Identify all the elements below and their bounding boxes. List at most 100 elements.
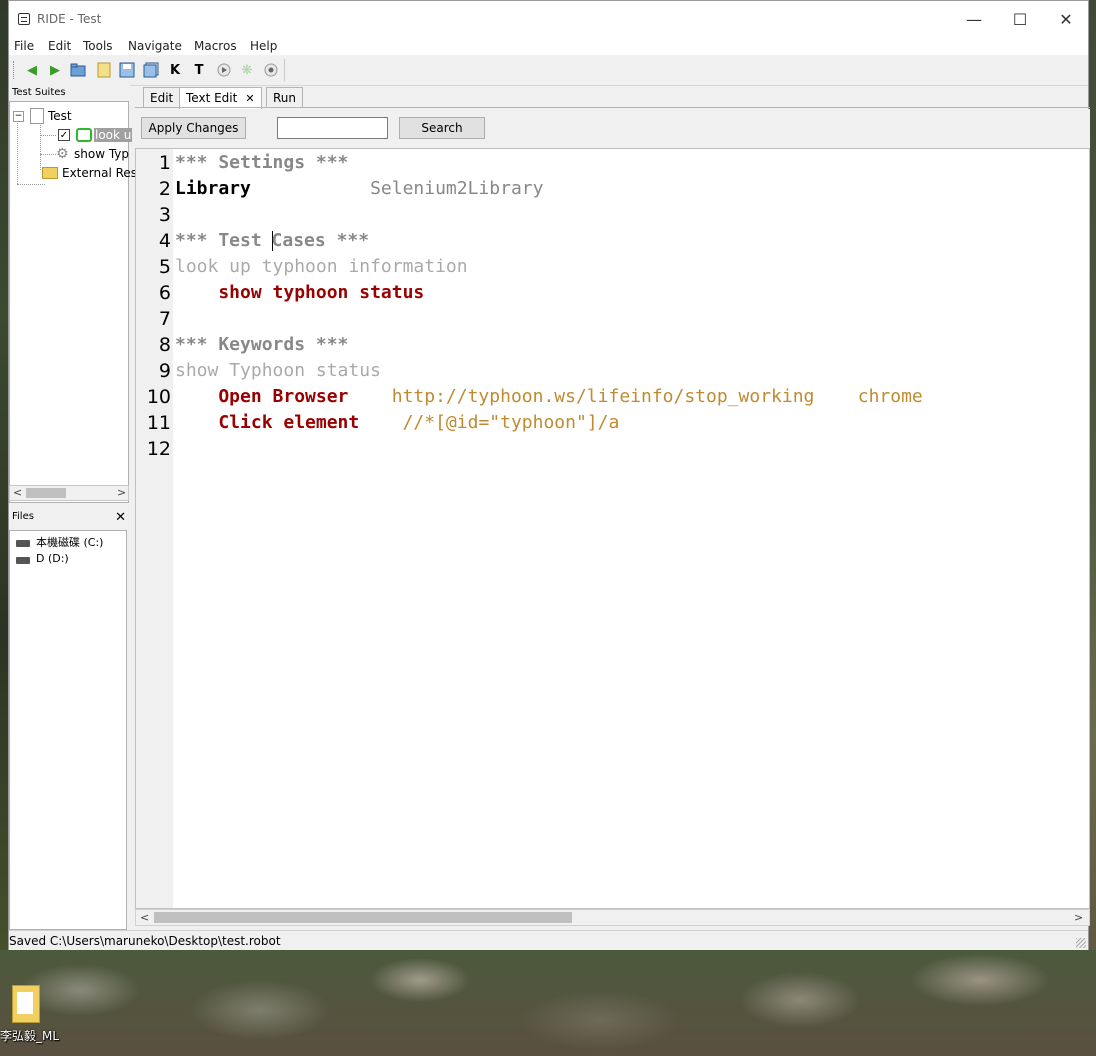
left-panel: Test Suites − Test ✓ look u ⚙ show Typ E…: [9, 85, 137, 930]
menu-bar: File Edit Tools Navigate Macros Help: [9, 37, 1088, 55]
line-content: Open Browser http://typhoon.ws/lifeinfo/…: [175, 384, 923, 410]
code-token: *** Test: [175, 230, 273, 251]
code-line[interactable]: 12: [136, 436, 1089, 462]
apply-changes-button[interactable]: Apply Changes: [141, 117, 246, 139]
editor-horizontal-scrollbar[interactable]: < >: [135, 909, 1090, 926]
drive-label: D (D:): [36, 552, 69, 565]
menu-help[interactable]: Help: [250, 39, 277, 53]
close-icon[interactable]: ✕: [115, 510, 126, 525]
tab-run[interactable]: Run: [266, 87, 304, 107]
run-icon[interactable]: [215, 61, 233, 79]
scroll-left-icon[interactable]: <: [140, 911, 149, 924]
drive-label: 本機磁碟 (C:): [36, 536, 104, 549]
code-token: Cases ***: [271, 230, 370, 251]
tree-item-test-suite[interactable]: − Test: [13, 107, 72, 125]
code-token: look up typhoon information: [175, 256, 468, 277]
code-line[interactable]: 1 *** Settings ***: [136, 150, 1089, 176]
line-number: 7: [158, 308, 171, 330]
folder-icon: [42, 167, 58, 179]
scroll-right-icon[interactable]: >: [1074, 911, 1083, 924]
tab-label: Run: [273, 91, 297, 105]
line-content: Click element //*[@id="typhoon"]/a: [175, 410, 619, 436]
tree-item-external-resources[interactable]: External Res: [42, 164, 137, 182]
scroll-right-icon[interactable]: >: [117, 486, 126, 499]
line-number: 4: [158, 230, 171, 252]
close-tab-icon[interactable]: ✕: [245, 92, 254, 105]
keyword-search-icon[interactable]: K: [166, 61, 184, 79]
menu-macros[interactable]: Macros: [194, 39, 237, 53]
text-editor[interactable]: 1 *** Settings *** 2 Library Selenium2Libra…: [135, 148, 1090, 909]
test-search-icon[interactable]: T: [190, 61, 208, 79]
tree-guide-line: [17, 184, 45, 185]
desktop-background-left: [0, 0, 8, 950]
files-tree: 本機磁碟 (C:) D (D:): [9, 530, 127, 930]
save-all-icon[interactable]: [142, 61, 160, 79]
menu-edit[interactable]: Edit: [48, 39, 71, 53]
code-line[interactable]: 8 *** Keywords ***: [136, 332, 1089, 358]
line-content: Library Selenium2Library: [175, 176, 543, 202]
tree-guide-line: [40, 120, 41, 170]
code-token: http://typhoon.ws/lifeinfo/stop_working …: [348, 386, 923, 407]
code-line[interactable]: 2 Library Selenium2Library: [136, 176, 1089, 202]
toolbar-grip[interactable]: [13, 61, 17, 79]
minimize-button[interactable]: —: [951, 1, 997, 37]
scroll-left-icon[interactable]: <: [13, 486, 22, 499]
drive-item-c[interactable]: 本機磁碟 (C:): [16, 534, 103, 550]
menu-tools[interactable]: Tools: [83, 39, 113, 53]
scroll-thumb[interactable]: [154, 912, 572, 923]
maximize-button[interactable]: ☐: [997, 1, 1043, 37]
tree-item-label-selected: look u: [94, 128, 133, 142]
tree-guide-line: [40, 154, 56, 155]
open-folder-icon[interactable]: [69, 61, 87, 79]
code-line[interactable]: 5 look up typhoon information: [136, 254, 1089, 280]
search-button[interactable]: Search: [399, 117, 485, 139]
line-content: *** Test Cases ***: [175, 228, 369, 254]
window-title: RIDE - Test: [37, 12, 102, 26]
document-icon: [12, 985, 40, 1023]
tab-label: Text Edit: [186, 91, 238, 105]
resize-grip[interactable]: [1076, 938, 1086, 948]
code-line[interactable]: 7: [136, 306, 1089, 332]
collapse-icon[interactable]: −: [13, 110, 24, 122]
code-token: //*[@id="typhoon"]/a: [359, 412, 620, 433]
gear-icon: ⚙: [56, 146, 69, 162]
search-input[interactable]: [277, 117, 388, 139]
forward-arrow-icon[interactable]: ▶: [46, 61, 64, 79]
menu-navigate[interactable]: Navigate: [128, 39, 182, 53]
settings-icon[interactable]: ❋: [238, 61, 256, 79]
checkbox-checked-icon[interactable]: ✓: [58, 129, 70, 141]
line-number: 5: [158, 256, 171, 278]
tree-item-test-case[interactable]: ✓ look u: [58, 126, 133, 144]
status-text: Saved C:\Users\maruneko\Desktop\test.rob…: [9, 934, 281, 948]
code-line[interactable]: 6 show typhoon status: [136, 280, 1089, 306]
line-content: show Typhoon status: [175, 358, 381, 384]
tab-text-edit[interactable]: Text Edit ✕: [179, 87, 262, 109]
code-line[interactable]: 3: [136, 202, 1089, 228]
desktop-icon-label: 李弘毅_ML: [0, 1029, 60, 1043]
code-line[interactable]: 9 show Typhoon status: [136, 358, 1089, 384]
code-token: *** Settings ***: [175, 152, 349, 173]
menu-file[interactable]: File: [14, 39, 34, 53]
desktop-file-icon[interactable]: 李弘毅_ML: [0, 985, 60, 1051]
close-button[interactable]: ✕: [1043, 1, 1089, 37]
desktop-wallpaper: [0, 950, 1096, 1056]
stop-icon[interactable]: [262, 61, 280, 79]
code-token: Selenium2Library: [250, 178, 544, 199]
back-arrow-icon[interactable]: ◀: [23, 61, 41, 79]
line-number: 8: [158, 334, 171, 356]
code-line[interactable]: 10 Open Browser http://typhoon.ws/lifein…: [136, 384, 1089, 410]
code-line[interactable]: 11 Click element //*[@id="typhoon"]/a: [136, 410, 1089, 436]
code-line[interactable]: 4 *** Test Cases ***: [136, 228, 1089, 254]
save-icon[interactable]: [118, 61, 136, 79]
scroll-thumb[interactable]: [26, 488, 66, 498]
tree-item-keyword[interactable]: ⚙ show Typ: [56, 145, 129, 163]
toolbar: ◀ ▶ K T ❋: [9, 55, 1088, 86]
line-number: 6: [158, 282, 171, 304]
code-token: show Typhoon status: [175, 360, 381, 381]
tree-horizontal-scrollbar[interactable]: < >: [9, 485, 129, 501]
tab-edit[interactable]: Edit: [143, 87, 181, 107]
drive-item-d[interactable]: D (D:): [16, 552, 69, 565]
status-bar: Saved C:\Users\maruneko\Desktop\test.rob…: [9, 930, 1088, 950]
line-number: 12: [146, 438, 171, 460]
new-file-icon[interactable]: [95, 61, 113, 79]
